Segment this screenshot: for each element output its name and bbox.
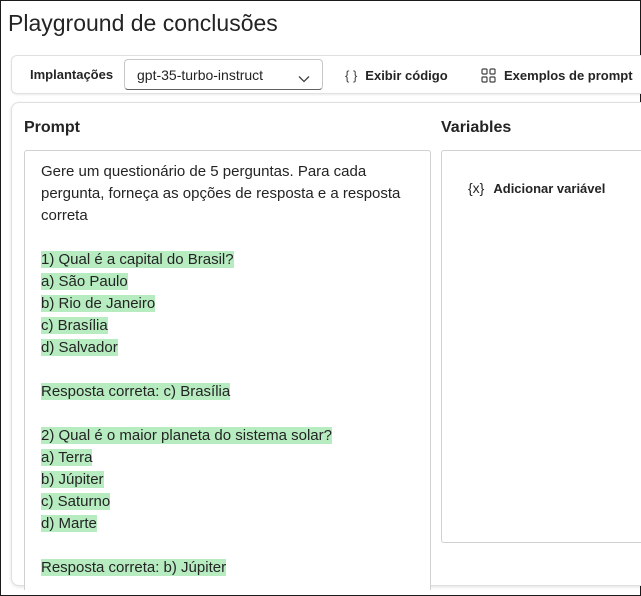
variables-title: Variables (441, 119, 512, 136)
prompt-line: 2) Qual é o maior planeta do sistema sol… (41, 425, 411, 447)
prompt-line: d) Marte (41, 513, 411, 535)
prompt-line-text: b) Júpiter (41, 471, 104, 488)
app-window: Playground de conclusões Implantações gp… (0, 0, 641, 596)
prompt-line-text: 2) Qual é o maior planeta do sistema sol… (41, 427, 332, 444)
prompt-line: Gere um questionário de 5 perguntas. Par… (41, 161, 411, 227)
main-panel: Prompt Variables Gere um questionário de… (11, 102, 641, 590)
code-braces-icon: { } (345, 67, 358, 83)
prompt-line-text: d) Salvador (41, 339, 118, 356)
prompt-line: b) Júpiter (41, 469, 411, 491)
prompt-line-text: Gere um questionário de 5 perguntas. Par… (41, 163, 401, 224)
prompt-line: b) Rio de Janeiro (41, 293, 411, 315)
prompt-line-text: a) Terra (41, 449, 93, 466)
chevron-down-icon (298, 70, 310, 88)
prompt-line: a) Terra (41, 447, 411, 469)
prompt-line-text: a) São Paulo (41, 273, 128, 290)
prompt-line-text: 1) Qual é a capital do Brasil? (41, 251, 234, 268)
add-variable-label: Adicionar variável (493, 180, 606, 196)
deployments-label: Implantações (30, 67, 114, 82)
prompt-line: Resposta correta: c) Brasília (41, 381, 411, 403)
prompt-title: Prompt (24, 119, 80, 136)
prompt-line: d) Salvador (41, 337, 411, 359)
prompt-line-text: b) Rio de Janeiro (41, 295, 156, 312)
deployment-value: gpt-35-turbo-instruct (137, 67, 264, 83)
variables-panel: {x} Adicionar variável (441, 150, 641, 543)
prompt-line: a) São Paulo (41, 271, 411, 293)
view-code-label: Exibir código (365, 67, 448, 83)
prompt-line-text: c) Saturno (41, 493, 111, 510)
deployment-dropdown[interactable]: gpt-35-turbo-instruct (124, 59, 323, 90)
prompt-examples-button[interactable]: Exemplos de prompt (481, 62, 633, 88)
prompt-line (41, 403, 411, 425)
prompt-line: c) Saturno (41, 491, 411, 513)
prompt-line (41, 227, 411, 249)
prompt-examples-label: Exemplos de prompt (504, 67, 633, 83)
page-title: Playground de conclusões (8, 10, 278, 36)
add-variable-button[interactable]: {x} Adicionar variável (468, 180, 605, 196)
prompt-content: Gere um questionário de 5 perguntas. Par… (41, 161, 411, 579)
prompt-line-text: d) Marte (41, 515, 97, 532)
grid-icon (481, 67, 496, 83)
view-code-button[interactable]: { } Exibir código (345, 62, 448, 88)
prompt-line (41, 535, 411, 557)
prompt-line: Resposta correta: b) Júpiter (41, 557, 411, 579)
toolbar: Implantações gpt-35-turbo-instruct { } E… (11, 55, 641, 94)
prompt-textarea[interactable]: Gere um questionário de 5 perguntas. Par… (24, 150, 431, 590)
prompt-line (41, 359, 411, 381)
prompt-line: 1) Qual é a capital do Brasil? (41, 249, 411, 271)
prompt-line-text: Resposta correta: b) Júpiter (41, 559, 227, 576)
prompt-line-text: c) Brasília (41, 317, 108, 334)
variable-icon: {x} (468, 180, 485, 196)
prompt-line-text: Resposta correta: c) Brasília (41, 383, 231, 400)
prompt-line: c) Brasília (41, 315, 411, 337)
